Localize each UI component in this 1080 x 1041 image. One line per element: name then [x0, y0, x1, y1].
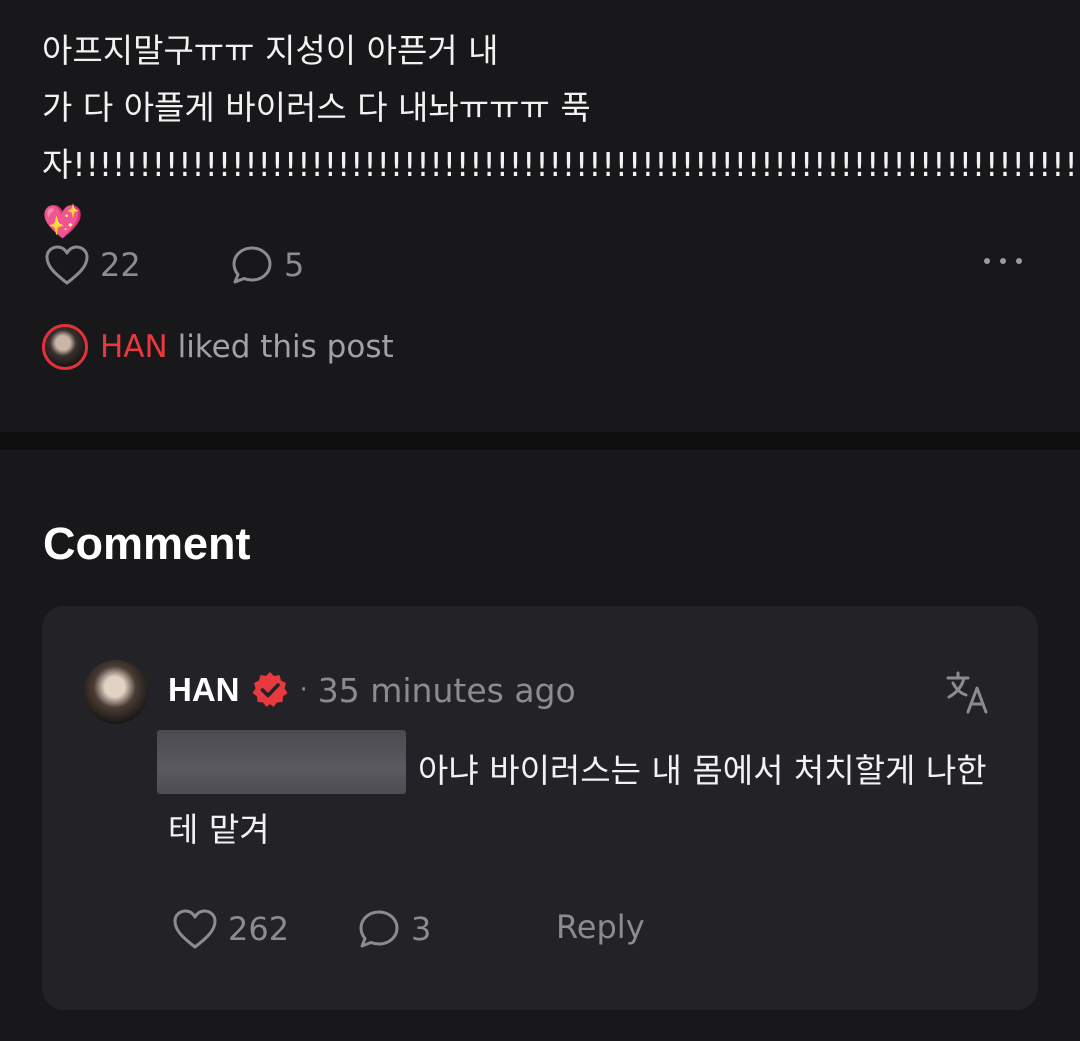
comment-author[interactable]: HAN [168, 671, 240, 709]
post-like-count: 22 [100, 246, 141, 284]
post-text: 아프지말구ㅠㅠ 지성이 아픈거 내 가 다 아플게 바이러스 다 내놔ㅠㅠㅠ 푹… [42, 31, 1080, 184]
sparkling-heart-emoji: 💖 [42, 202, 84, 241]
comment-timestamp: 35 minutes ago [317, 670, 576, 710]
comment-section-title: Comment [43, 518, 251, 569]
liked-by-name[interactable]: HAN [100, 329, 168, 365]
comment-reply-count-button[interactable]: 3 [357, 908, 431, 950]
avatar[interactable] [84, 660, 148, 724]
liked-by-suffix: liked this post [177, 329, 394, 365]
avatar[interactable] [42, 324, 88, 370]
section-divider [0, 432, 1080, 450]
post-comment-button[interactable]: 5 [230, 244, 304, 286]
translate-icon[interactable] [944, 668, 992, 716]
separator-dot: · [299, 675, 308, 705]
comment-header: HAN · 35 minutes ago [168, 670, 576, 710]
post-body: 아프지말구ㅠㅠ 지성이 아픈거 내 가 다 아플게 바이러스 다 내놔ㅠㅠㅠ 푹… [42, 22, 1080, 250]
comment-like-count: 262 [228, 910, 290, 948]
more-dots-icon[interactable] [984, 258, 1022, 264]
comment-like-button[interactable]: 262 [172, 908, 289, 950]
verified-badge-icon [252, 672, 287, 707]
reply-button[interactable]: Reply [556, 908, 645, 946]
comment-bubble-icon [232, 246, 272, 284]
comment-bubble-icon [359, 910, 399, 948]
post-like-button[interactable]: 22 [44, 244, 141, 286]
liked-by-row: HAN liked this post [42, 324, 394, 370]
heart-icon [45, 245, 89, 285]
comment-reply-count: 3 [411, 910, 432, 948]
heart-icon [173, 909, 217, 949]
post-comment-count: 5 [284, 246, 305, 284]
comment-text: 아냐 바이러스는 내 몸에서 처치할게 나한테 맡겨 [168, 751, 987, 849]
